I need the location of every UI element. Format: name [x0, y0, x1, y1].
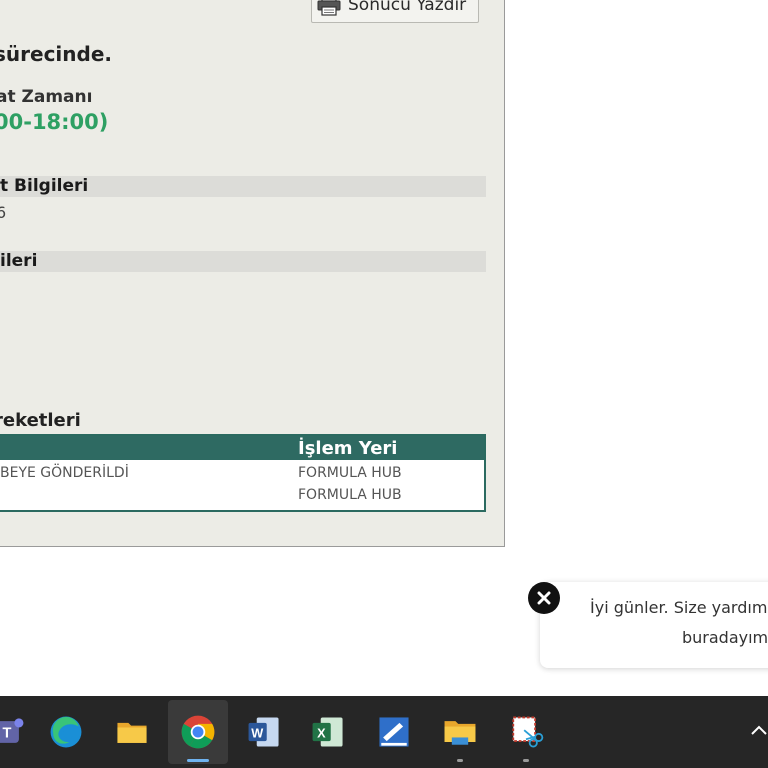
taskbar-file-explorer[interactable] [110, 710, 154, 754]
row-status: BEYE GÖNDERİLDİ [0, 465, 129, 481]
paint-icon [379, 717, 409, 747]
section-2-header: ileri [0, 251, 486, 272]
column-header-location: İşlem Yeri [298, 438, 398, 459]
table-row: FORMULA HUB [0, 484, 484, 506]
taskbar-teams[interactable]: T [0, 710, 30, 754]
delivery-time-label: at Zamanı [0, 87, 93, 107]
chat-bubble[interactable]: İyi günler. Size yardımc buradayım [540, 582, 768, 668]
info-value: 6 [0, 203, 7, 222]
moves-title: reketleri [0, 410, 81, 431]
snipping-tool-icon [512, 716, 544, 748]
printer-icon [317, 0, 341, 16]
svg-text:X: X [317, 725, 326, 740]
folder-icon [444, 721, 476, 745]
taskbar-edge[interactable] [44, 710, 88, 754]
edge-icon [50, 716, 82, 748]
close-icon [537, 591, 551, 605]
status-message: sürecinde. [0, 42, 112, 66]
chrome-icon [181, 715, 215, 749]
excel-icon: X [312, 717, 343, 747]
taskbar-word[interactable]: W [242, 710, 286, 754]
svg-text:W: W [251, 725, 263, 740]
moves-table: İşlem Yeri BEYE GÖNDERİLDİ FORMULA HUB F… [0, 434, 486, 512]
taskbar: T W X [0, 696, 768, 768]
word-icon: W [248, 717, 279, 747]
taskbar-folder[interactable] [438, 710, 482, 762]
open-app-indicator [523, 759, 529, 762]
delivery-time-value: 00-18:00) [0, 110, 109, 134]
open-app-indicator [457, 759, 463, 762]
row-location: FORMULA HUB [298, 487, 402, 503]
chevron-up-icon[interactable] [748, 720, 768, 742]
chat-close-button[interactable] [528, 582, 560, 614]
taskbar-chrome[interactable] [176, 710, 220, 762]
file-explorer-icon [117, 722, 147, 743]
section-info-header: t Bilgileri [0, 176, 486, 197]
teams-icon: T [0, 718, 24, 743]
svg-text:T: T [3, 725, 12, 741]
taskbar-excel[interactable]: X [306, 710, 350, 754]
taskbar-paint[interactable] [372, 710, 416, 754]
chat-message-line1: İyi günler. Size yardımc [590, 598, 768, 617]
row-location: FORMULA HUB [298, 465, 402, 481]
moves-table-header: İşlem Yeri [0, 436, 484, 462]
table-row: BEYE GÖNDERİLDİ FORMULA HUB [0, 462, 484, 484]
chat-message-line2: buradayım [682, 628, 768, 647]
print-button-label: Sonucu Yazdır [348, 0, 467, 15]
active-app-indicator [187, 759, 209, 762]
print-result-button[interactable]: Sonucu Yazdır [311, 0, 479, 23]
taskbar-snipping-tool[interactable] [504, 710, 548, 762]
